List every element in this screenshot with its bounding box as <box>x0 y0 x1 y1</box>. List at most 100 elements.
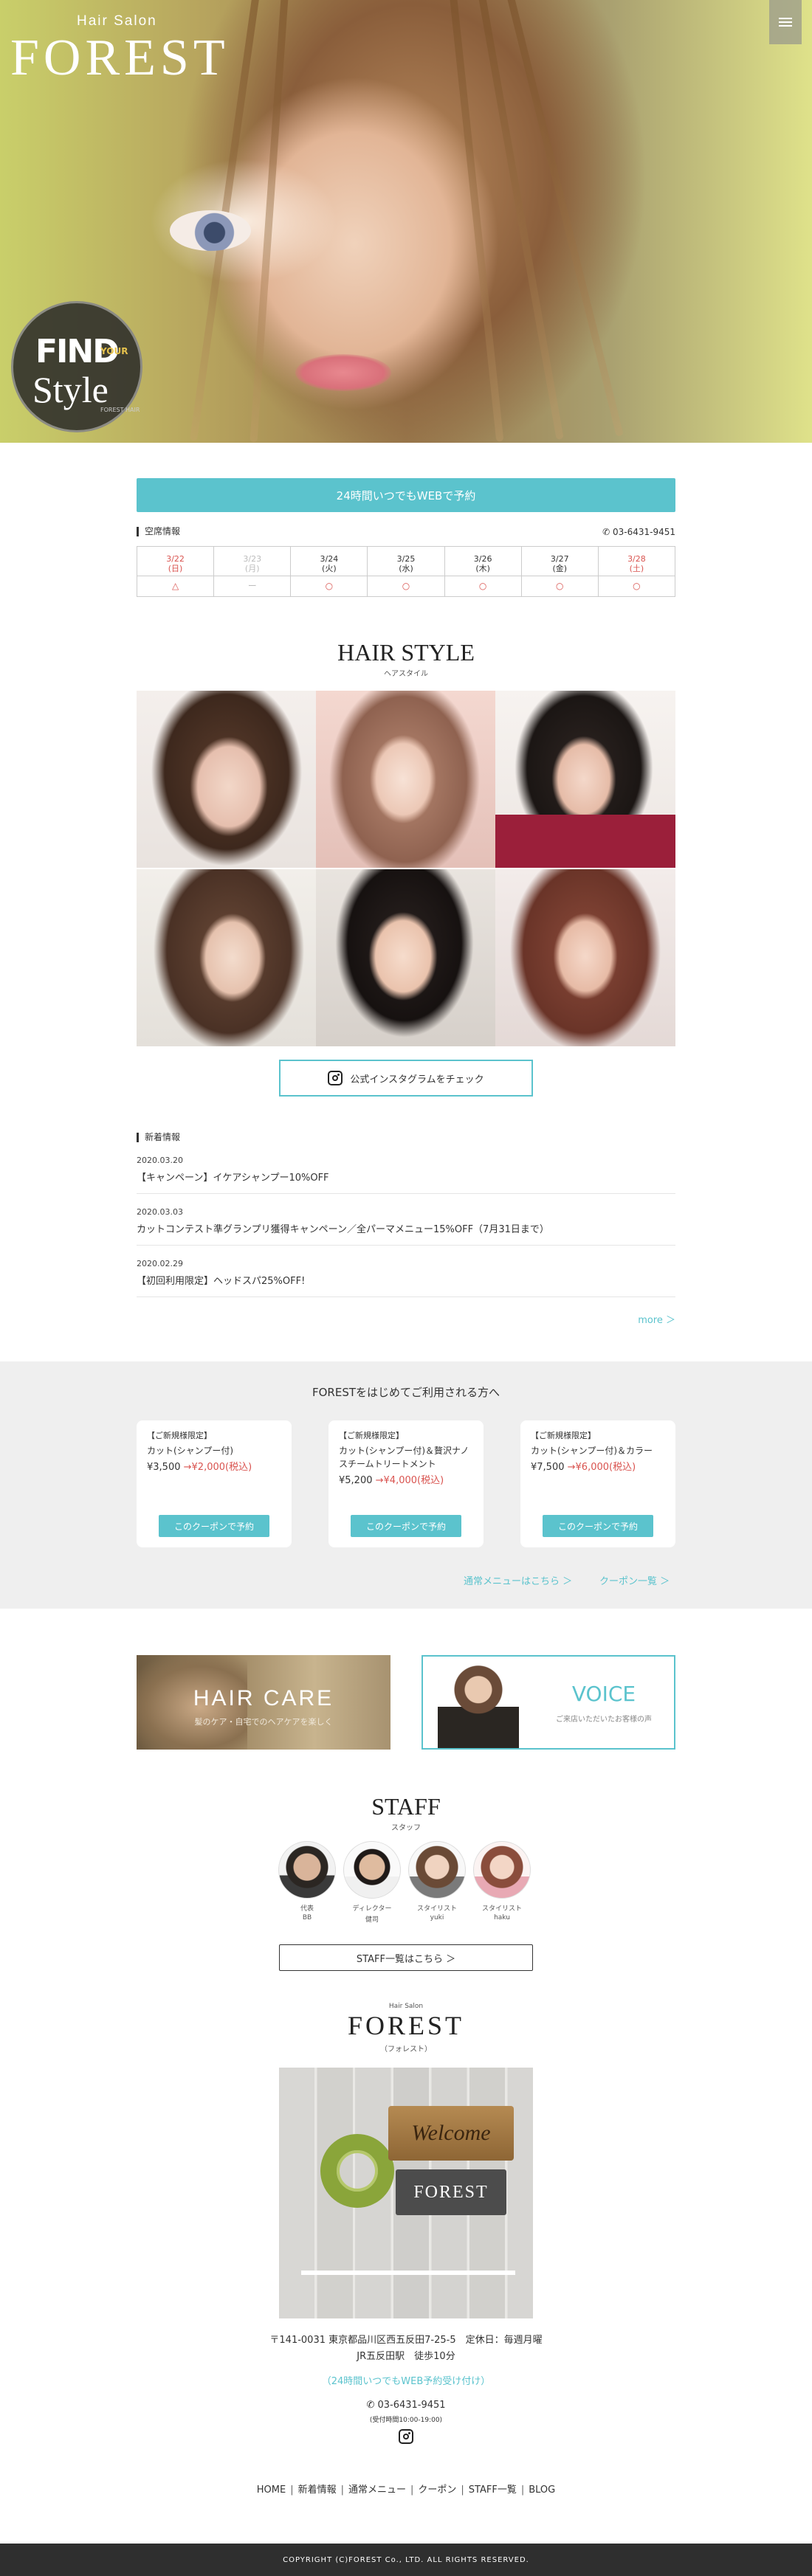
staff-member[interactable]: スタイリスト haku <box>472 1841 531 1921</box>
calendar-availability[interactable]: ○ <box>597 576 676 597</box>
footer-nav-link[interactable]: 新着情報 <box>298 2485 337 2496</box>
brand-tagline: Hair Salon <box>77 13 157 29</box>
coupon-price-new: →¥2,000(税込) <box>183 1462 252 1473</box>
instagram-icon <box>399 2429 413 2444</box>
calendar-availability[interactable]: ○ <box>520 576 599 597</box>
instagram-icon <box>328 1071 343 1085</box>
web-reserve-link[interactable]: （24時間いつでもWEB予約受け付け） <box>0 2373 812 2387</box>
coupon-list-link[interactable]: クーポン一覧 ＞ <box>599 1573 670 1587</box>
staff-member[interactable]: ディレクター 健司 <box>343 1841 402 1924</box>
coupon-name: カット(シャンプー付)＆カラー <box>531 1446 653 1456</box>
welcome-sign: Welcome <box>388 2106 514 2161</box>
calendar-date: 3/28 <box>627 553 646 564</box>
calendar-day-header: 3/28 (土) <box>597 546 676 576</box>
coupon-name: カット(シャンプー付) <box>147 1446 234 1456</box>
avatar <box>278 1841 336 1899</box>
coupon-price-old: ¥5,200 <box>339 1475 373 1486</box>
nav-separator: | <box>520 2485 525 2496</box>
calendar-availability[interactable]: ○ <box>367 576 445 597</box>
calendar-day-header: 3/25 (水) <box>367 546 445 576</box>
news-item[interactable]: 2020.03.03 カットコンテスト準グランプリ獲得キャンペーン／全パーマメニ… <box>137 1207 675 1246</box>
hairstyle-title: HAIR STYLE <box>337 639 475 666</box>
staff-role: ディレクター <box>352 1905 392 1913</box>
shop-brand-small: Hair Salon <box>388 2003 424 2010</box>
badge-your-text: YOUR <box>100 346 128 356</box>
avatar <box>343 1841 401 1899</box>
staff-member[interactable]: 代表 BB <box>278 1841 337 1921</box>
footer-instagram-link[interactable] <box>399 2429 413 2447</box>
hairstyle-photo-3[interactable] <box>495 691 675 868</box>
normal-menu-link[interactable]: 通常メニューはこちら ＞ <box>464 1573 572 1587</box>
hairstyle-photo-2[interactable] <box>316 691 496 868</box>
avatar <box>473 1841 531 1899</box>
instagram-check-button[interactable]: 公式インスタグラムをチェック <box>279 1060 533 1097</box>
calendar-dow: (木) <box>475 563 490 573</box>
coupon-price: ¥7,500 →¥6,000(税込) <box>531 1459 665 1473</box>
calendar-availability: ー <box>213 576 292 597</box>
news-more-link[interactable]: more ＞ <box>638 1312 675 1326</box>
calendar-availability[interactable]: △ <box>136 576 215 597</box>
news-date: 2020.02.29 <box>137 1259 183 1268</box>
hair-care-subtitle: 髪のケア・自宅でのヘアケアを楽しく <box>194 1717 333 1727</box>
voice-banner[interactable]: VOICE ご来店いただいたお客様の声 <box>422 1655 675 1750</box>
hair-care-banner[interactable]: HAIR CARE 髪のケア・自宅でのヘアケアを楽しく <box>137 1655 390 1750</box>
staff-name: 健司 <box>365 1916 379 1924</box>
coupon-price-old: ¥7,500 <box>531 1462 565 1473</box>
news-title: 【キャンペーン】イケアシャンプー10%OFF <box>137 1173 329 1184</box>
hairstyle-photo-5[interactable] <box>316 869 496 1046</box>
voice-title: VOICE <box>571 1682 636 1706</box>
staff-name: BB <box>302 1914 312 1921</box>
nav-separator: | <box>410 2485 414 2496</box>
forest-sign: FOREST <box>396 2169 506 2215</box>
calendar-day-header: 3/23 (月) <box>213 546 292 576</box>
footer-nav-link[interactable]: BLOG <box>529 2485 555 2496</box>
footer-nav: HOME | 新着情報 | 通常メニュー | クーポン | STAFF一覧 | BLOG <box>0 2482 812 2496</box>
coupon-heading: FORESTをはじめてご利用される方へ <box>312 1386 500 1399</box>
hairstyle-photo-4[interactable] <box>137 869 317 1046</box>
nav-separator: | <box>340 2485 344 2496</box>
find-your-style-badge[interactable]: FIND YOUR Style FOREST HAIR <box>11 301 142 432</box>
calendar-day-header: 3/24 (火) <box>290 546 368 576</box>
news-item[interactable]: 2020.03.20 【キャンペーン】イケアシャンプー10%OFF <box>137 1156 675 1194</box>
vacancy-calendar: 3/22 (日) 3/23 (月) 3/24 (火) 3/25 (水) 3/26 (木) 3/27(… <box>136 546 676 597</box>
shop-address: 〒141-0031 東京都品川区西五反田7-25-5 定休日：毎週月曜 <box>269 2335 543 2346</box>
footer-nav-link[interactable]: 通常メニュー <box>348 2485 406 2496</box>
news-label: 新着情報 <box>137 1133 180 1142</box>
coupon-name: カット(シャンプー付)＆贅沢ナノスチームトリートメント <box>339 1446 469 1469</box>
coupon-category: 【ご新規様限定】 <box>147 1431 212 1440</box>
footer-nav-link[interactable]: STAFF一覧 <box>469 2485 517 2496</box>
hair-care-title: HAIR CARE <box>193 1686 334 1710</box>
calendar-availability[interactable]: ○ <box>290 576 368 597</box>
footer-nav-link[interactable]: クーポン <box>418 2485 456 2496</box>
news-item[interactable]: 2020.02.29 【初回利用限定】ヘッドスパ25%OFF! <box>137 1259 675 1297</box>
coupon-reserve-button[interactable]: このクーポンで予約 <box>351 1515 461 1537</box>
hairstyle-subtitle: ヘアスタイル <box>384 670 428 678</box>
calendar-availability[interactable]: ○ <box>444 576 522 597</box>
shelf <box>301 2271 515 2275</box>
staff-list-button[interactable]: STAFF一覧はこちら ＞ <box>279 1944 533 1971</box>
badge-hair-text: FOREST HAIR <box>100 407 140 413</box>
calendar-date: 3/23 <box>243 553 262 564</box>
staff-member[interactable]: スタイリスト yuki <box>407 1841 467 1921</box>
shop-logo: FOREST <box>347 2011 465 2040</box>
coupon-reserve-button[interactable]: このクーポンで予約 <box>159 1515 269 1537</box>
news-date: 2020.03.03 <box>137 1207 183 1217</box>
coupon-price: ¥3,500 →¥2,000(税込) <box>147 1459 281 1473</box>
news-title: カットコンテスト準グランプリ獲得キャンペーン／全パーマメニュー15%OFF（7月… <box>137 1224 549 1235</box>
calendar-date: 3/25 <box>396 553 416 564</box>
calendar-dow: (月) <box>244 563 260 573</box>
hairstyle-photo-1[interactable] <box>137 691 317 868</box>
site-logo[interactable]: FOREST <box>10 32 230 84</box>
hamburger-menu-button[interactable] <box>769 0 802 44</box>
calendar-day-header: 3/27 (金) <box>520 546 599 576</box>
staff-name: haku <box>494 1914 510 1921</box>
hairstyle-photo-6[interactable] <box>495 869 675 1046</box>
coupon-reserve-button[interactable]: このクーポンで予約 <box>543 1515 653 1537</box>
shop-tel[interactable]: ✆ 03-6431-9451 <box>0 2400 812 2411</box>
header-tel[interactable]: ✆ 03-6431-9451 <box>602 527 675 537</box>
footer-nav-link[interactable]: HOME <box>257 2485 286 2496</box>
menu-icon <box>779 18 792 27</box>
web-reserve-button[interactable]: 24時間いつでもWEBで予約 <box>137 478 675 512</box>
phone-icon: ✆ <box>366 2400 378 2411</box>
calendar-dow: (土) <box>629 563 644 573</box>
